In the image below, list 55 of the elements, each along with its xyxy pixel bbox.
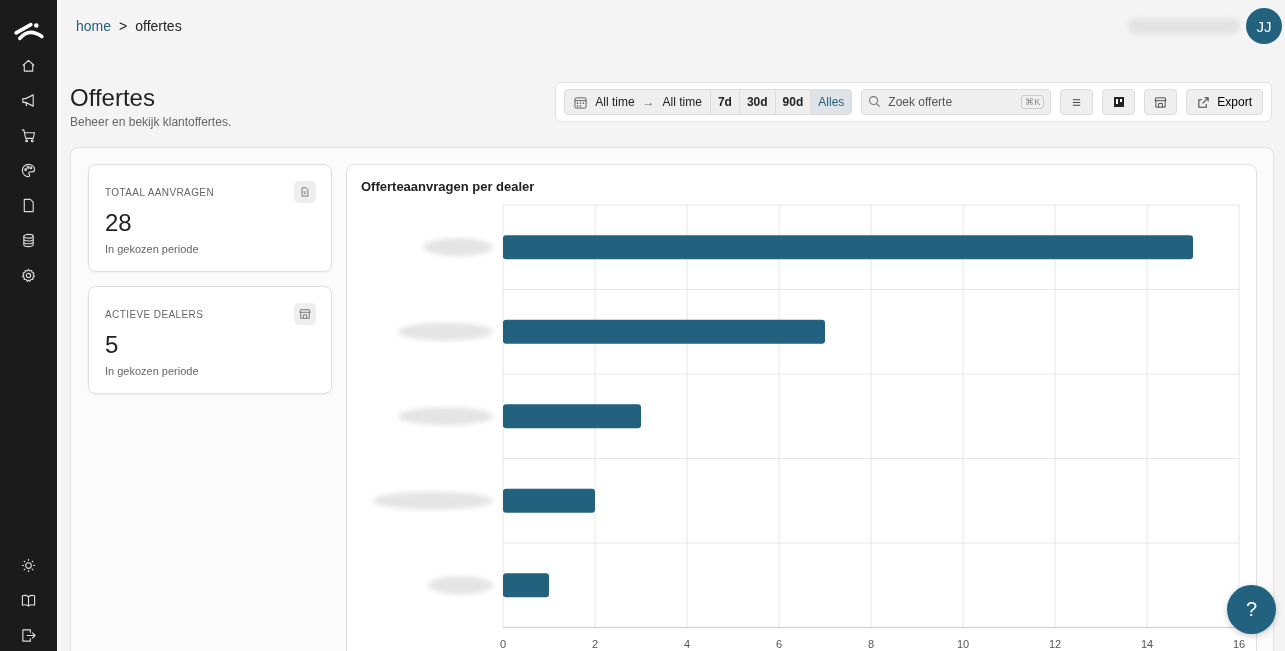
document-icon [300, 187, 310, 197]
calendar-icon [574, 95, 588, 109]
x-tick-label: 12 [1048, 637, 1062, 650]
megaphone-icon[interactable] [21, 93, 36, 108]
stat-label: TOTAAL AANVRAGEN [105, 186, 215, 198]
palette-icon[interactable] [21, 163, 36, 178]
x-tick-label: 10 [956, 637, 970, 650]
settings-icon[interactable] [21, 268, 36, 283]
range-tab[interactable]: 7d [709, 90, 739, 114]
home-icon[interactable] [21, 58, 36, 73]
date-range-picker[interactable]: All time → All time [565, 90, 710, 114]
stat-caption: In gekozen periode [105, 365, 200, 377]
cart-icon[interactable] [21, 128, 36, 143]
store-view-button[interactable] [1144, 89, 1178, 115]
list-view-button[interactable] [1060, 89, 1094, 115]
kanban-icon [1112, 96, 1125, 108]
stat-value: 5 [105, 331, 120, 359]
x-tick-label: 2 [591, 637, 599, 650]
shortcut-hint: ⌘K [1021, 95, 1045, 109]
database-icon[interactable] [21, 233, 36, 248]
stat-caption: In gekozen periode [105, 243, 200, 255]
range-tab[interactable]: Alles [810, 90, 852, 114]
document-icon[interactable] [21, 198, 36, 213]
x-tick-label: 14 [1140, 637, 1154, 650]
chart-title: Offerteaanvragen per dealer [361, 179, 536, 194]
breadcrumb-separator: > [119, 18, 128, 34]
user-avatar[interactable]: JJ [1246, 8, 1282, 44]
store-icon [299, 308, 311, 320]
arrow-glyph: → [642, 95, 655, 109]
breadcrumb-link[interactable]: home [76, 18, 112, 34]
stat-label: ACTIEVE DEALERS [105, 308, 204, 320]
x-tick-label: 6 [775, 637, 783, 650]
x-tick-label: 16 [1232, 637, 1246, 650]
external-link-icon [1197, 95, 1211, 109]
blurred-label [423, 238, 493, 257]
board-view-button[interactable] [1102, 89, 1136, 115]
list-icon [1071, 96, 1083, 108]
bar [503, 573, 549, 598]
x-tick-label: 8 [867, 637, 875, 650]
page-title: Offertes [70, 84, 156, 112]
book-icon[interactable] [21, 593, 36, 608]
logo-icon[interactable] [11, 20, 46, 42]
sun-icon[interactable] [21, 558, 36, 573]
page-subtitle: Beheer en bekijk klantoffertes. [70, 115, 232, 129]
store-icon [1154, 95, 1168, 109]
blurred-label [428, 576, 493, 595]
logout-icon[interactable] [21, 628, 36, 643]
date-to: All time [662, 95, 702, 109]
range-tab[interactable]: 30d [738, 90, 775, 114]
x-tick-label: 0 [499, 637, 507, 650]
stat-value: 28 [105, 209, 133, 237]
breadcrumb-current: offertes [135, 18, 182, 34]
date-from: All time [595, 95, 635, 109]
x-tick-label: 4 [683, 637, 691, 650]
export-button[interactable]: Export [1186, 89, 1263, 115]
